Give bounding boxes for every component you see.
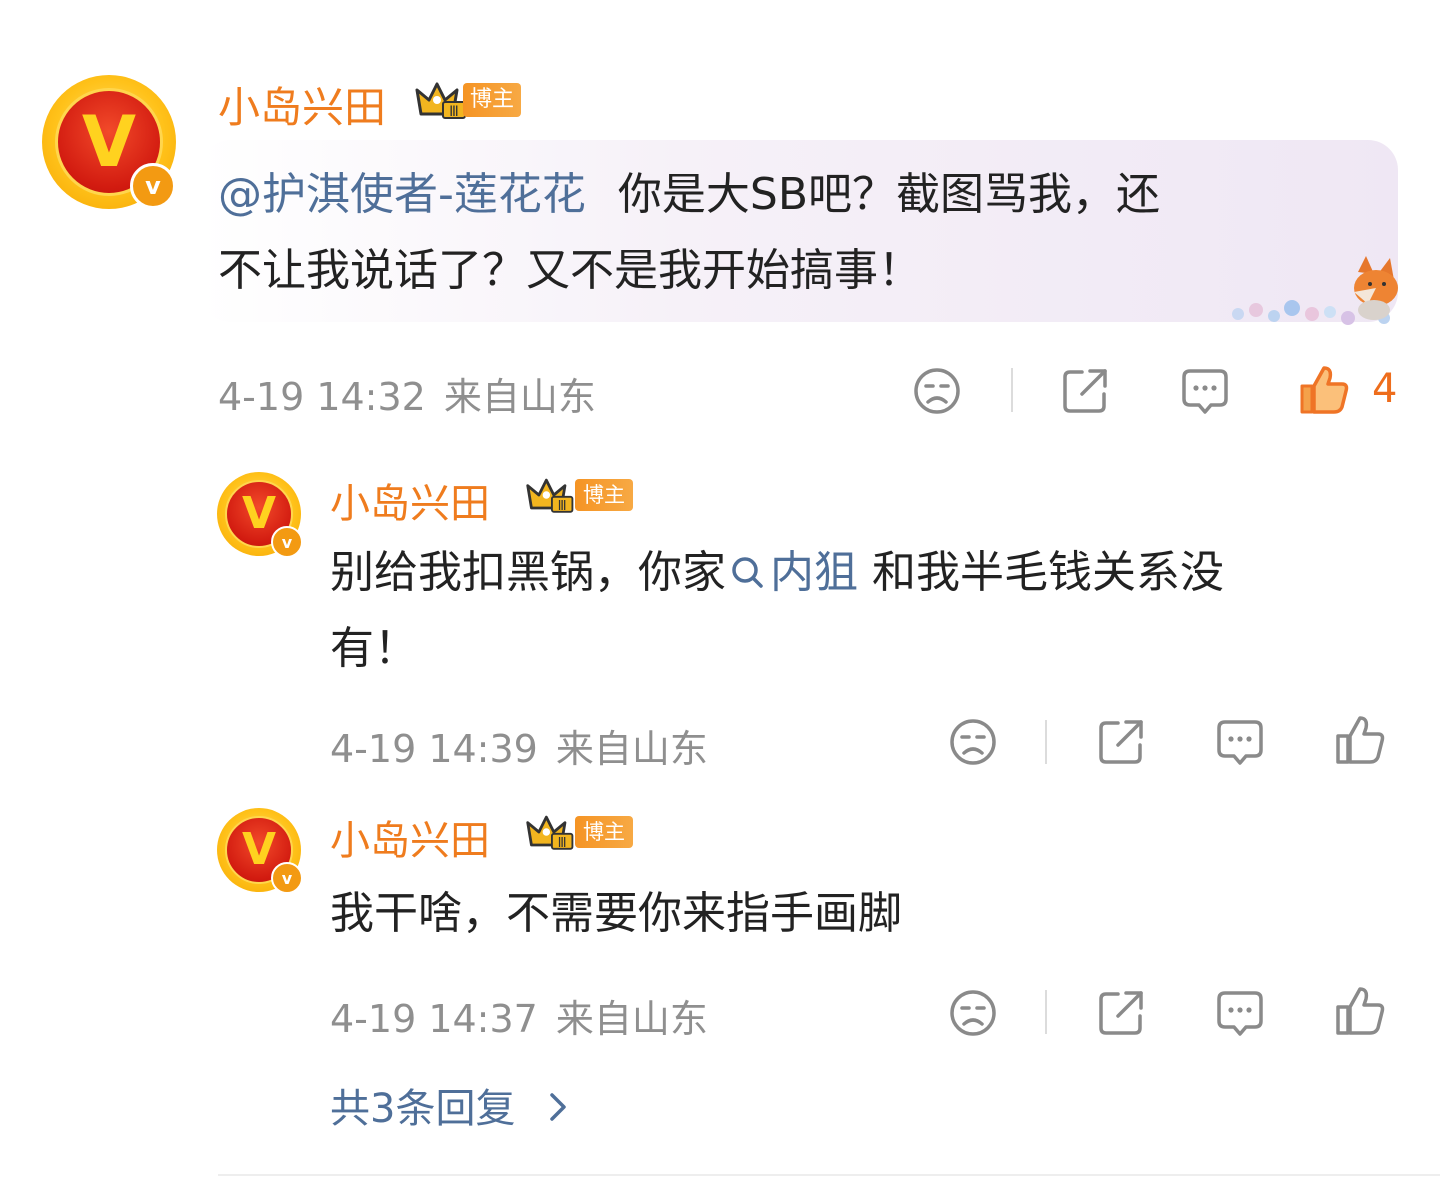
share-icon[interactable] [1060, 366, 1110, 416]
mention-link[interactable]: @护淇使者-莲花花 [218, 169, 586, 220]
dislike-icon[interactable] [948, 717, 998, 767]
action-divider [1045, 720, 1047, 764]
comment-time: 4-19 14:32 [218, 375, 426, 419]
topic-link[interactable]: 内狙 [770, 547, 858, 598]
reply-time: 4-19 14:37 [330, 997, 538, 1041]
avatar[interactable]: V v [42, 75, 176, 209]
reply-avatar[interactable]: V v [217, 808, 303, 894]
comment-icon[interactable] [1215, 988, 1265, 1040]
action-divider [1011, 368, 1013, 412]
reply-avatar[interactable]: V v [217, 472, 303, 558]
more-replies-label: 共3条回复 [330, 1086, 516, 1132]
avatar-v-mark: V [81, 101, 137, 183]
comment-text: @护淇使者-莲花花 你是大SB吧？截图骂我，还 不让我说话了？又不是我开始搞事！ [218, 157, 1388, 309]
chevron-right-icon [550, 1093, 566, 1121]
dislike-icon[interactable] [948, 988, 998, 1038]
comment-icon[interactable] [1180, 366, 1230, 418]
verified-badge-icon: v [271, 862, 303, 894]
comment-meta: 4-19 14:32 来自山东 [218, 366, 596, 421]
reply-time: 4-19 14:39 [330, 727, 538, 771]
blogger-tag: 博主 [463, 83, 521, 117]
reply-text: 我干啥，不需要你来指手画脚 [330, 888, 902, 939]
svg-text:Ⅲ: Ⅲ [558, 836, 567, 851]
like-icon[interactable] [1298, 364, 1350, 416]
blogger-tag: 博主 [575, 479, 633, 511]
blogger-tag: 博主 [575, 816, 633, 848]
crown-icon: Ⅲ [526, 478, 574, 514]
bottom-divider [218, 1174, 1440, 1176]
comment-location: 来自山东 [443, 375, 596, 419]
reply-text-part2: 和我半毛钱关系没 [858, 547, 1224, 598]
avatar-v-mark: V [241, 824, 277, 875]
comment-text-line1: 你是大SB吧？截图骂我，还 [617, 169, 1161, 220]
reply-location: 来自山东 [555, 727, 708, 771]
like-count: 4 [1372, 366, 1398, 412]
comment-icon[interactable] [1215, 717, 1265, 769]
reply-meta: 4-19 14:39 来自山东 [330, 718, 708, 773]
share-icon[interactable] [1096, 717, 1146, 767]
username[interactable]: 小岛兴田 [218, 74, 386, 135]
like-icon[interactable] [1334, 985, 1386, 1037]
reply-username[interactable]: 小岛兴田 [330, 808, 490, 866]
reply-text-line2: 有！ [330, 623, 418, 674]
verified-badge-icon: v [271, 526, 303, 558]
reply-location: 来自山东 [555, 997, 708, 1041]
comment-thread: V v 小岛兴田 Ⅲ 博主 @护淇使者-莲花花 你是大SB吧？截图骂我，还 不让… [0, 0, 1440, 1204]
like-icon[interactable] [1334, 714, 1386, 766]
svg-text:Ⅲ: Ⅲ [449, 104, 459, 120]
share-icon[interactable] [1096, 988, 1146, 1038]
reply-meta: 4-19 14:37 来自山东 [330, 988, 708, 1043]
comment-text-line2: 不让我说话了？又不是我开始搞事！ [218, 245, 922, 296]
view-more-replies-link[interactable]: 共3条回复 [330, 1076, 574, 1134]
reply-username[interactable]: 小岛兴田 [330, 471, 490, 529]
avatar-v-mark: V [241, 488, 277, 539]
search-icon [732, 557, 763, 588]
crown-icon: Ⅲ [526, 815, 574, 851]
svg-text:Ⅲ: Ⅲ [558, 499, 567, 514]
action-divider [1045, 990, 1047, 1034]
verified-badge-icon: v [130, 163, 176, 209]
reply-text: 别给我扣黑锅，你家 内狙 和我半毛钱关系没 有！ [330, 535, 1410, 687]
reply-text-part1: 别给我扣黑锅，你家 [330, 547, 726, 598]
dislike-icon[interactable] [912, 366, 962, 416]
